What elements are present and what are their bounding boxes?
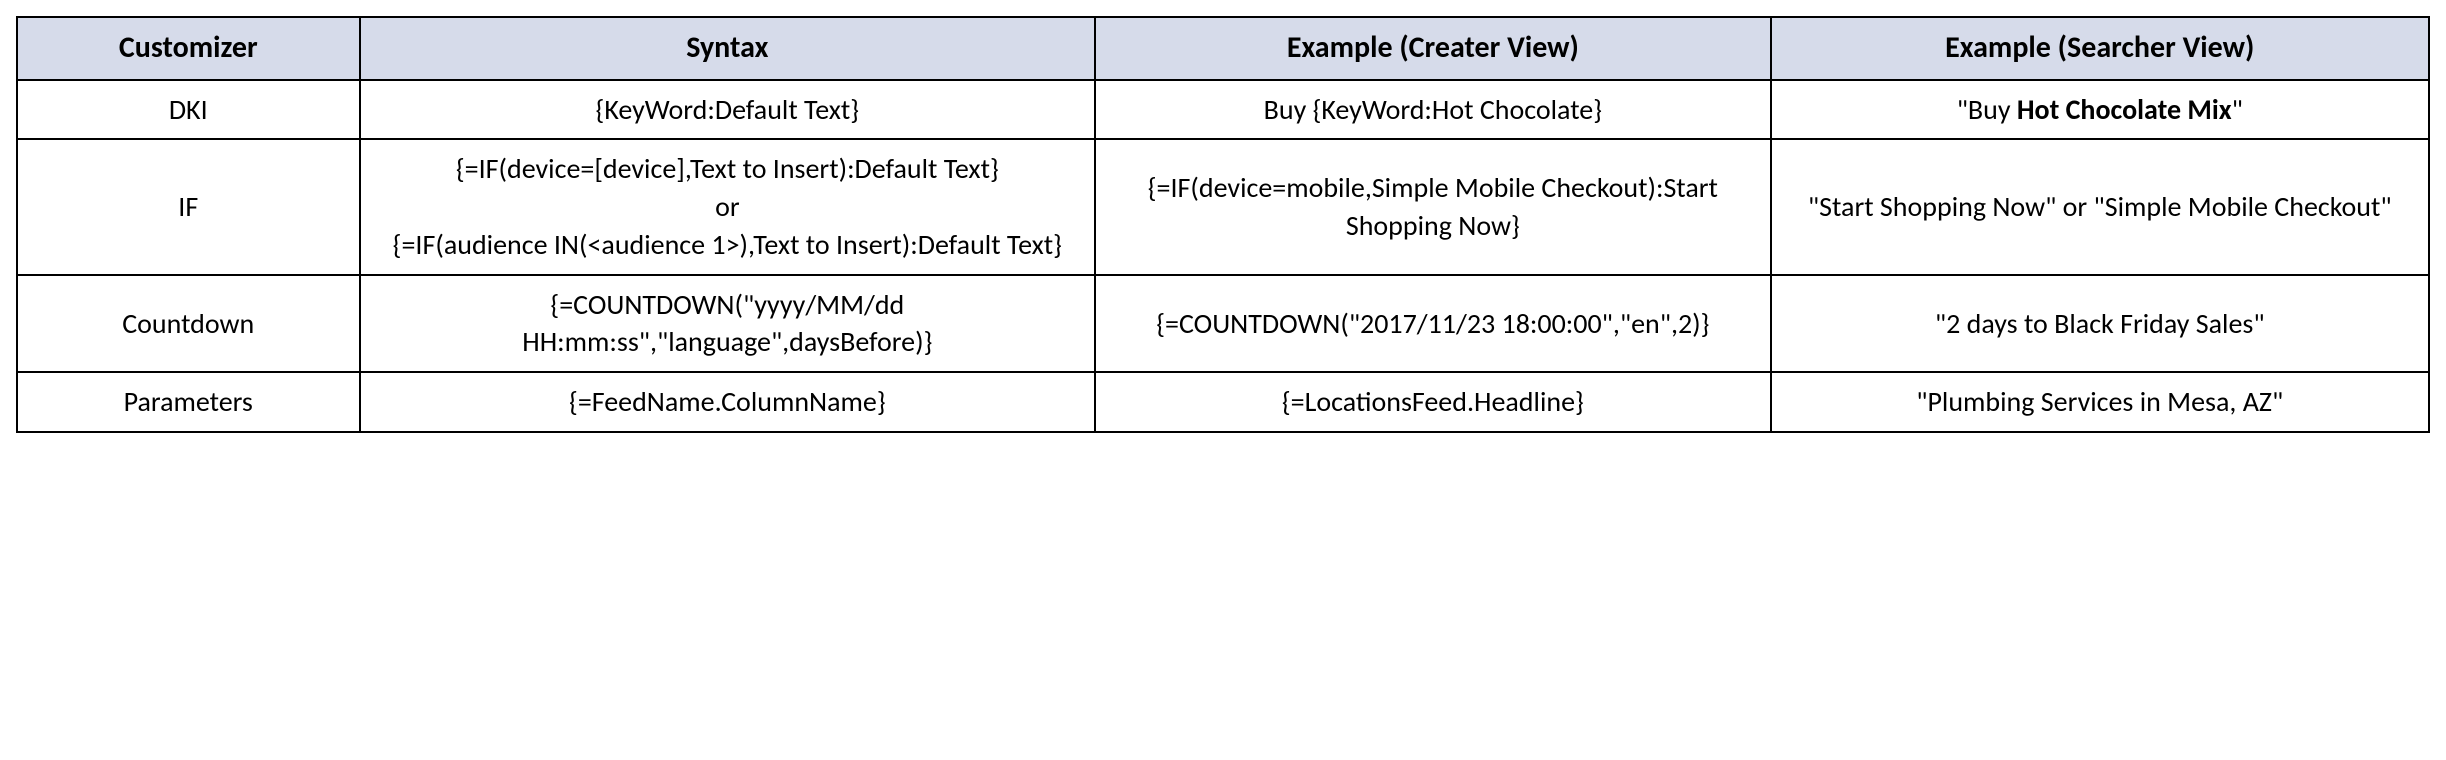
cell-searcher: "Buy Hot Chocolate Mix" [1771, 80, 2429, 140]
cell-customizer: Countdown [17, 275, 360, 373]
cell-creator: {=IF(device=mobile,Simple Mobile Checkou… [1095, 139, 1770, 274]
cell-creator: {=LocationsFeed.Headline} [1095, 372, 1770, 432]
table-row: IF {=IF(device=[device],Text to Insert):… [17, 139, 2429, 274]
header-creator-view: Example (Creater View) [1095, 17, 1770, 80]
cell-searcher: "Start Shopping Now" or "Simple Mobile C… [1771, 139, 2429, 274]
cell-syntax: {=IF(device=[device],Text to Insert):Def… [360, 139, 1096, 274]
searcher-bold: Hot Chocolate Mix [2017, 92, 2232, 127]
cell-syntax: {=COUNTDOWN("yyyy/MM/dd HH:mm:ss","langu… [360, 275, 1096, 373]
cell-syntax: {KeyWord:Default Text} [360, 80, 1096, 140]
cell-creator: {=COUNTDOWN("2017/11/23 18:00:00","en",2… [1095, 275, 1770, 373]
table-row: Countdown {=COUNTDOWN("yyyy/MM/dd HH:mm:… [17, 275, 2429, 373]
cell-customizer: Parameters [17, 372, 360, 432]
syntax-or: or [375, 188, 1081, 226]
table-header-row: Customizer Syntax Example (Creater View)… [17, 17, 2429, 80]
cell-searcher: "Plumbing Services in Mesa, AZ" [1771, 372, 2429, 432]
header-syntax: Syntax [360, 17, 1096, 80]
header-customizer: Customizer [17, 17, 360, 80]
searcher-suffix: " [2232, 92, 2243, 127]
cell-customizer: DKI [17, 80, 360, 140]
cell-syntax: {=FeedName.ColumnName} [360, 372, 1096, 432]
customizers-table: Customizer Syntax Example (Creater View)… [16, 16, 2430, 433]
table-row: Parameters {=FeedName.ColumnName} {=Loca… [17, 372, 2429, 432]
header-searcher-view: Example (Searcher View) [1771, 17, 2429, 80]
syntax-line-1: {=IF(device=[device],Text to Insert):Def… [375, 150, 1081, 188]
cell-searcher: "2 days to Black Friday Sales" [1771, 275, 2429, 373]
table-row: DKI {KeyWord:Default Text} Buy {KeyWord:… [17, 80, 2429, 140]
cell-creator: Buy {KeyWord:Hot Chocolate} [1095, 80, 1770, 140]
syntax-line-2: {=IF(audience IN(<audience 1>),Text to I… [375, 226, 1081, 264]
searcher-prefix: "Buy [1957, 92, 2017, 127]
cell-customizer: IF [17, 139, 360, 274]
